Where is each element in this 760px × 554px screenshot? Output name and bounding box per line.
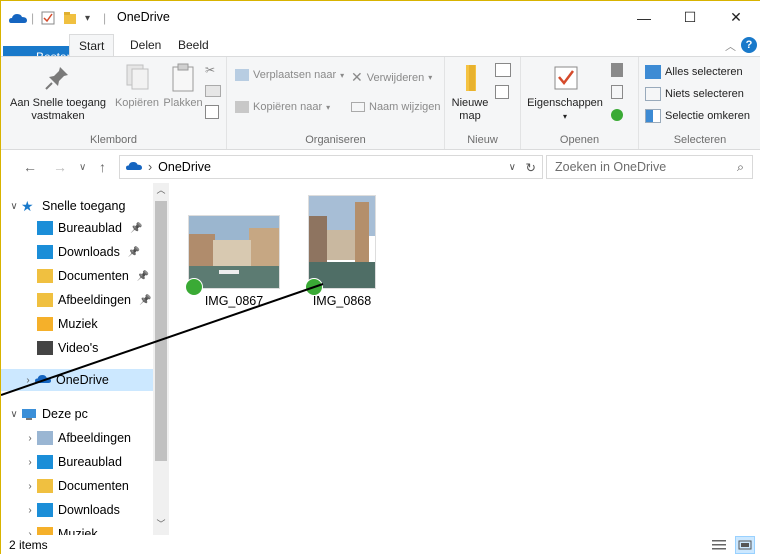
annotation-pointer-line [1, 283, 324, 396]
file-explorer-window: | ▾ | OneDrive — ☐ ✕ Bestand Start Delen… [0, 0, 760, 554]
